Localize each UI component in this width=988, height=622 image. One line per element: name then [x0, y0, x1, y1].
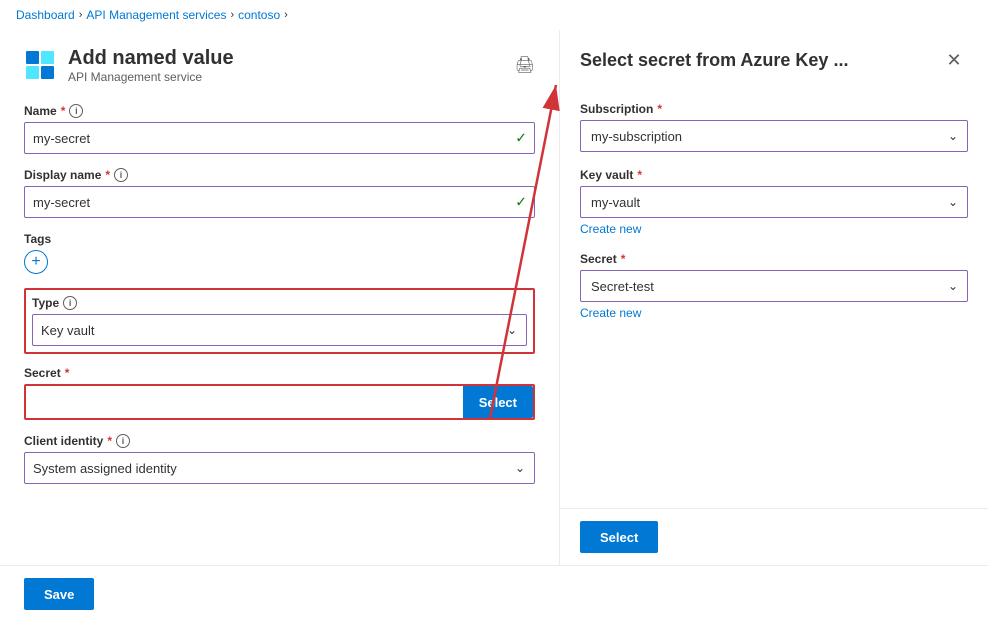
client-identity-field: Client identity * i System assigned iden…	[24, 434, 535, 484]
page-title: Add named value	[68, 46, 234, 70]
name-field: Name * i ✓	[24, 104, 535, 154]
name-check-icon: ✓	[515, 130, 527, 147]
client-identity-select[interactable]: System assigned identity	[24, 452, 535, 484]
key-vault-create-new-link[interactable]: Create new	[580, 222, 641, 236]
secret-field: Secret * Select	[24, 366, 535, 420]
save-button[interactable]: Save	[24, 578, 94, 610]
secret-input[interactable]	[26, 386, 463, 418]
tags-label: Tags	[24, 232, 51, 246]
flyout-body: Subscription * my-subscription ⌄ Key vau…	[560, 86, 988, 508]
breadcrumb-contoso[interactable]: contoso	[238, 8, 280, 22]
tags-field: Tags +	[24, 232, 535, 274]
display-name-check-icon: ✓	[515, 194, 527, 211]
secret-select-button[interactable]: Select	[463, 386, 533, 418]
print-icon[interactable]: 🖨	[515, 55, 535, 75]
page-header: Add named value API Management service 🖨	[24, 30, 535, 88]
display-name-field: Display name * i ✓	[24, 168, 535, 218]
name-info-icon[interactable]: i	[69, 104, 83, 118]
flyout-key-vault-label: Key vault	[580, 168, 633, 182]
flyout-key-vault-select[interactable]: my-vault	[580, 186, 968, 218]
type-select[interactable]: Key vault	[32, 314, 527, 346]
breadcrumb: Dashboard › API Management services › co…	[0, 0, 988, 30]
flyout-secret-field: Secret * Secret-test ⌄ Create new	[580, 252, 968, 320]
footer: Save	[0, 565, 988, 622]
flyout-subscription-label: Subscription	[580, 102, 653, 116]
breadcrumb-api-management[interactable]: API Management services	[86, 8, 226, 22]
api-management-icon	[24, 49, 56, 81]
display-name-required: *	[105, 168, 110, 182]
secret-label: Secret	[24, 366, 61, 380]
flyout-title: Select secret from Azure Key ...	[580, 50, 848, 71]
display-name-input[interactable]	[24, 186, 535, 218]
page-subtitle: API Management service	[68, 70, 234, 84]
flyout-subscription-select[interactable]: my-subscription	[580, 120, 968, 152]
add-named-value-form: Name * i ✓ Display name * i ✓	[24, 104, 535, 484]
secret-create-new-link[interactable]: Create new	[580, 306, 641, 320]
flyout-secret-required: *	[621, 252, 626, 266]
display-name-info-icon[interactable]: i	[114, 168, 128, 182]
flyout-key-vault-required: *	[637, 168, 642, 182]
client-identity-info-icon[interactable]: i	[116, 434, 130, 448]
type-field-wrapper: Type i Key vault ⌄	[24, 288, 535, 354]
type-label: Type	[32, 296, 59, 310]
breadcrumb-dashboard[interactable]: Dashboard	[16, 8, 75, 22]
flyout-panel: Select secret from Azure Key ... ✕ Subsc…	[560, 30, 988, 565]
flyout-subscription-field: Subscription * my-subscription ⌄	[580, 102, 968, 152]
flyout-secret-label: Secret	[580, 252, 617, 266]
client-identity-label: Client identity	[24, 434, 103, 448]
left-panel: Add named value API Management service 🖨…	[0, 30, 560, 565]
flyout-close-button[interactable]: ✕	[940, 46, 968, 74]
add-tag-button[interactable]: +	[24, 250, 48, 274]
name-label: Name	[24, 104, 57, 118]
client-identity-required: *	[107, 434, 112, 448]
flyout-select-button[interactable]: Select	[580, 521, 658, 553]
type-info-icon[interactable]: i	[63, 296, 77, 310]
secret-input-row: Select	[24, 384, 535, 420]
secret-required: *	[65, 366, 70, 380]
name-required: *	[61, 104, 66, 118]
flyout-header: Select secret from Azure Key ... ✕	[560, 30, 988, 86]
display-name-label: Display name	[24, 168, 101, 182]
name-input[interactable]	[24, 122, 535, 154]
flyout-key-vault-field: Key vault * my-vault ⌄ Create new	[580, 168, 968, 236]
flyout-secret-select[interactable]: Secret-test	[580, 270, 968, 302]
flyout-footer: Select	[560, 508, 988, 565]
flyout-subscription-required: *	[657, 102, 662, 116]
